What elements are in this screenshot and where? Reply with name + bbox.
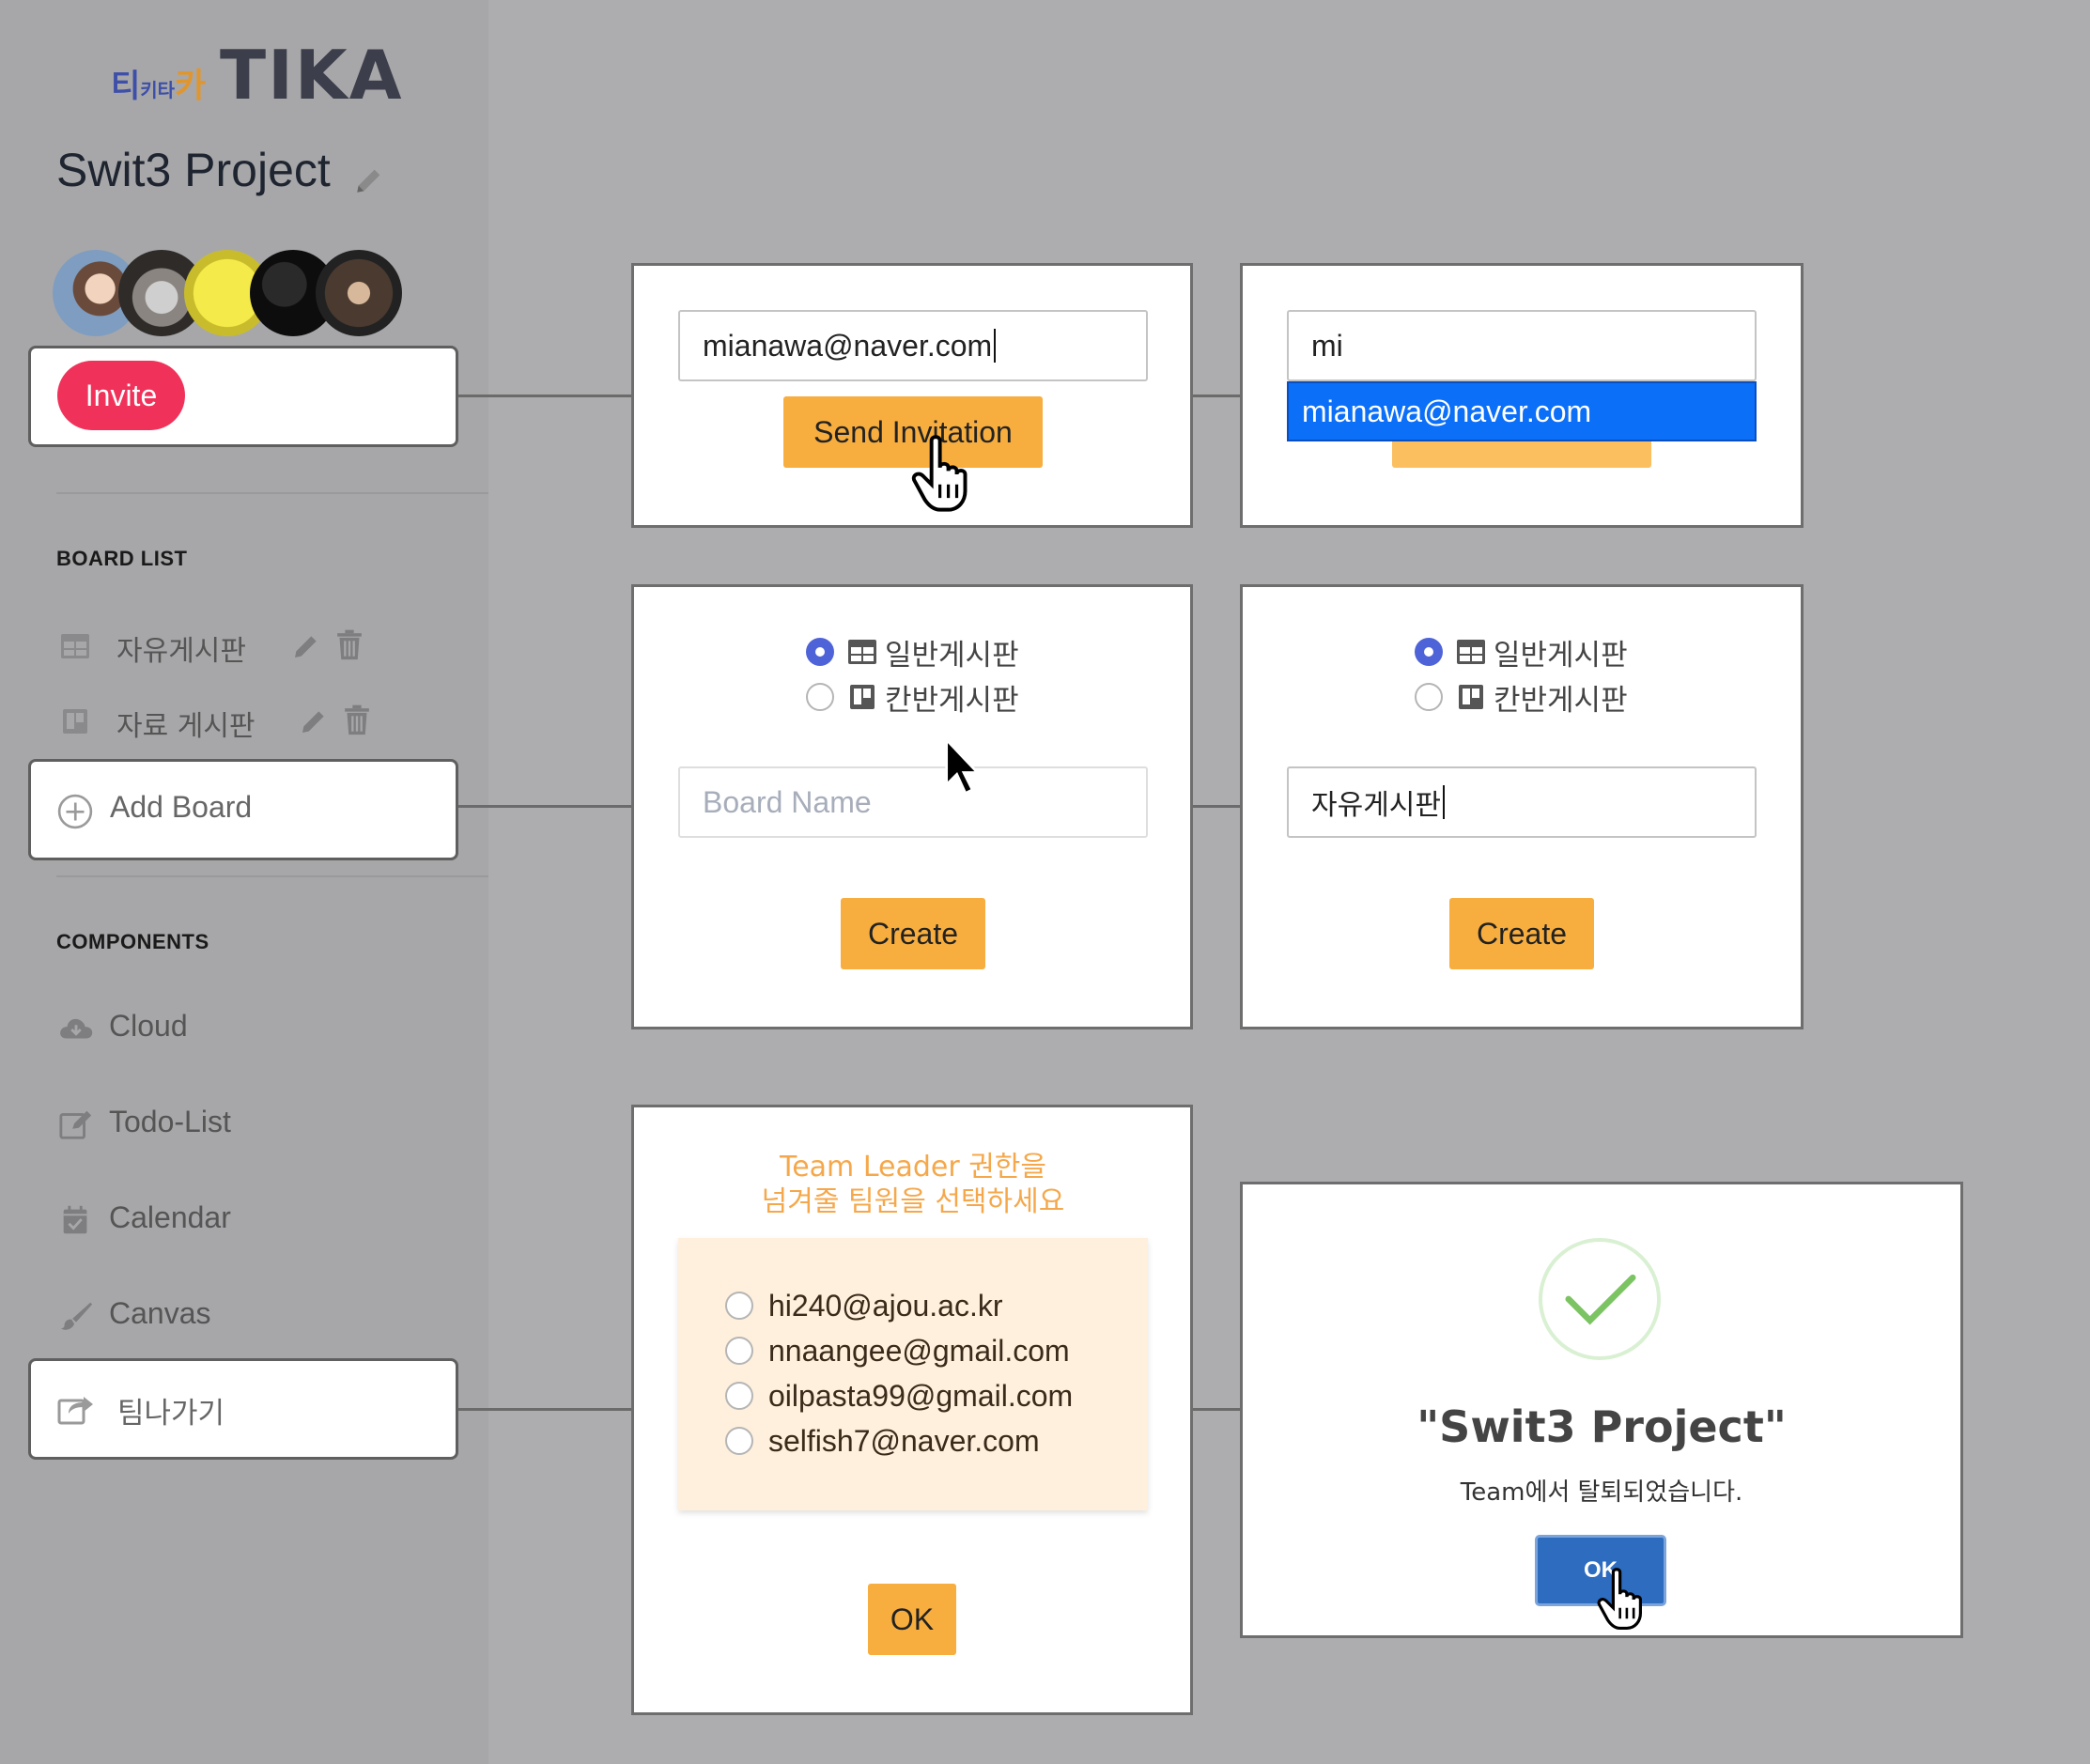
board-item-resources[interactable]: 자료 게시판 — [56, 697, 376, 744]
leave-team-label: 팀나가기 — [117, 1397, 225, 1431]
component-label: Todo-List — [109, 1105, 231, 1138]
radio-button[interactable] — [725, 1382, 753, 1410]
kanban-icon — [63, 709, 87, 734]
connector — [1189, 395, 1244, 397]
option-label: 칸반게시판 — [1494, 683, 1628, 718]
board-list-heading: BOARD LIST — [56, 547, 188, 570]
share-icon — [57, 1397, 93, 1425]
kanban-icon — [850, 685, 875, 709]
member-email: selfish7@naver.com — [768, 1423, 1040, 1458]
radio-button[interactable] — [806, 638, 834, 666]
autocomplete-suggestion[interactable]: mianawa@naver.com — [1287, 381, 1757, 441]
board-name-input[interactable]: 자유게시판 — [1287, 766, 1757, 838]
radio-button[interactable] — [725, 1427, 753, 1455]
member-email: nnaangee@gmail.com — [768, 1333, 1070, 1368]
hand-cursor-icon — [1597, 1568, 1642, 1631]
member-option[interactable]: oilpasta99@gmail.com — [725, 1377, 1073, 1415]
leave-team-highlight[interactable]: 팀나가기 — [28, 1358, 458, 1460]
pencil-icon[interactable] — [299, 706, 329, 736]
create-board-button[interactable]: Create — [1449, 898, 1594, 969]
radio-button[interactable] — [725, 1337, 753, 1365]
option-label: 일반게시판 — [1494, 638, 1628, 673]
invite-button[interactable]: Invite — [57, 361, 185, 430]
check-icon — [1565, 1274, 1636, 1325]
leader-transfer-title-line2: 넘겨줄 팀원을 선택하세요 — [761, 1185, 1065, 1218]
create-board-button[interactable]: Create — [841, 898, 985, 969]
edit-project-icon[interactable] — [353, 164, 385, 196]
avatar[interactable] — [316, 250, 402, 336]
component-label: Canvas — [109, 1296, 211, 1330]
radio-button[interactable] — [1415, 683, 1443, 711]
add-board-highlight[interactable]: Add Board — [28, 759, 458, 860]
connector — [458, 1408, 633, 1411]
connector — [458, 395, 633, 397]
connector — [458, 805, 633, 808]
components-heading: COMPONENTS — [56, 930, 209, 953]
connector — [1189, 1408, 1244, 1411]
plus-circle-icon — [57, 794, 93, 829]
option-label: 일반게시판 — [885, 638, 1019, 673]
edit-icon — [59, 1110, 92, 1139]
board-label: 자유게시판 — [116, 635, 246, 668]
input-value: mi — [1311, 328, 1343, 363]
hand-cursor-icon — [911, 435, 968, 512]
board-type-option-kanban[interactable]: 칸반게시판 — [1415, 678, 1628, 718]
input-placeholder: Board Name — [703, 784, 872, 819]
invite-highlight: Invite — [28, 346, 458, 447]
radio-button[interactable] — [725, 1292, 753, 1320]
component-label: Cloud — [109, 1009, 188, 1043]
calendar-icon — [63, 1205, 87, 1234]
board-item-free[interactable]: 자유게시판 — [56, 622, 376, 669]
member-email: hi240@ajou.ac.kr — [768, 1288, 1003, 1323]
member-email: oilpasta99@gmail.com — [768, 1378, 1074, 1413]
project-title: Swit3 Project — [56, 144, 331, 196]
member-option[interactable]: nnaangee@gmail.com — [725, 1332, 1070, 1369]
invite-email-input[interactable]: mi — [1287, 310, 1757, 381]
kanban-icon — [1459, 685, 1483, 709]
trash-icon[interactable] — [336, 629, 363, 661]
board-name-input[interactable]: Board Name — [678, 766, 1148, 838]
input-value: mianawa@naver.com — [703, 328, 993, 363]
logo: TIKA — [220, 36, 404, 115]
component-calendar[interactable]: Calendar — [56, 1197, 432, 1244]
radio-button[interactable] — [1415, 638, 1443, 666]
trash-icon[interactable] — [344, 704, 370, 736]
logo-korean: 티키타카 — [111, 66, 207, 104]
board-label: 자료 게시판 — [116, 710, 255, 743]
table-icon — [61, 634, 89, 658]
success-title: "Swit3 Project" — [1417, 1401, 1787, 1452]
cloud-icon — [60, 1018, 93, 1039]
add-board-label: Add Board — [110, 790, 253, 824]
board-type-option-normal[interactable]: 일반게시판 — [1415, 633, 1628, 673]
leader-ok-button[interactable]: OK — [868, 1584, 956, 1655]
arrow-cursor-icon — [945, 736, 981, 796]
input-value: 자유게시판 — [1311, 789, 1441, 822]
pencil-icon[interactable] — [291, 631, 321, 661]
divider — [56, 492, 488, 494]
success-message: Team에서 탈퇴되었습니다. — [1460, 1478, 1743, 1507]
table-icon — [1457, 640, 1485, 664]
table-icon — [848, 640, 876, 664]
member-option[interactable]: hi240@ajou.ac.kr — [725, 1287, 1003, 1324]
component-todo[interactable]: Todo-List — [56, 1101, 432, 1148]
component-canvas[interactable]: Canvas — [56, 1292, 432, 1339]
invite-email-input[interactable]: mianawa@naver.com — [678, 310, 1148, 381]
member-option[interactable]: selfish7@naver.com — [725, 1422, 1040, 1460]
component-label: Calendar — [109, 1200, 231, 1234]
connector — [1189, 805, 1244, 808]
radio-button[interactable] — [806, 683, 834, 711]
leader-transfer-title-line1: Team Leader 권한을 — [779, 1151, 1047, 1184]
brush-icon — [60, 1302, 93, 1330]
board-type-option-normal[interactable]: 일반게시판 — [806, 633, 1019, 673]
option-label: 칸반게시판 — [885, 683, 1019, 718]
board-type-option-kanban[interactable]: 칸반게시판 — [806, 678, 1019, 718]
sidebar: 티키타카 TIKA Swit3 Project Invite BOARD LIS… — [0, 0, 488, 1764]
component-cloud[interactable]: Cloud — [56, 1005, 432, 1052]
divider — [56, 875, 488, 877]
member-list: hi240@ajou.ac.kr nnaangee@gmail.com oilp… — [678, 1238, 1148, 1510]
